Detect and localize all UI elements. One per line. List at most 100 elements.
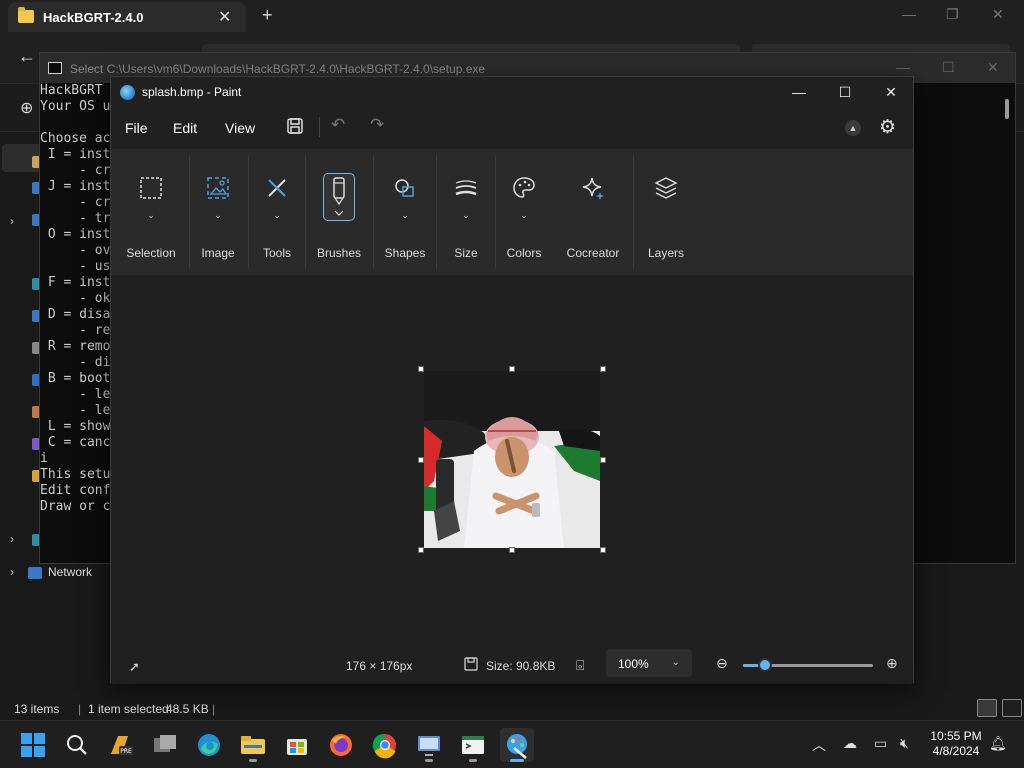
resize-handle[interactable] [600,457,606,463]
paint-menubar: File Edit View ↶ ↷ ▲ ⚙ [111,107,913,149]
chrome-icon[interactable] [368,728,402,762]
tool-label: Cocreator [566,246,620,260]
canvas-image[interactable] [424,371,600,548]
file-size: Size: 90.8KB [486,659,556,673]
resize-handle[interactable] [418,457,424,463]
chevron-down-icon: ⌄ [214,210,222,220]
zoom-slider[interactable] [743,658,873,672]
palette-icon [513,177,535,198]
remote-desktop-icon[interactable] [412,728,446,762]
console-scrollbar[interactable] [1005,99,1009,119]
tool-label: Brushes [316,246,362,260]
edge-icon[interactable] [192,728,226,762]
chevron-down-icon: ⌄ [147,210,155,220]
new-item-icon[interactable]: ⊕ [20,98,33,118]
tool-label: Layers [647,246,685,260]
maximize-icon[interactable]: ☐ [942,59,955,76]
menu-file[interactable]: File [125,120,148,136]
resize-handle[interactable] [600,547,606,553]
cloud-offline-icon[interactable]: ☁ [843,735,857,752]
taskbar: PRE ︿ ☁ ▭ 🔇︎ 10:55 PM 4/8/2024 🔔︎ [0,720,1024,768]
explorer-tab[interactable]: HackBGRT-2.4.0 ✕ [8,2,246,32]
resize-handle[interactable] [418,547,424,553]
expand-chevron-icon[interactable]: › [10,214,14,228]
back-arrow-icon[interactable]: ← [18,46,36,67]
shapes-tool-group[interactable]: ⌄ Shapes [375,149,435,275]
show-hidden-icons-chevron-icon[interactable]: ︿ [812,735,826,755]
running-indicator [425,759,433,762]
restore-icon[interactable]: ❐ [946,6,959,23]
expand-chevron-icon[interactable]: › [10,532,14,546]
cocreator-tool-group[interactable]: Cocreator [555,149,631,275]
close-tab-icon[interactable]: ✕ [218,7,231,27]
zoom-in-icon[interactable]: ⊕ [886,655,898,672]
file-manager-pre-icon[interactable]: PRE [104,728,138,762]
minimize-button[interactable]: — [776,82,822,104]
sidebar-item-network[interactable]: › Network [8,565,92,579]
account-icon[interactable]: ▲ [845,120,861,136]
file-explorer-icon[interactable] [236,728,270,762]
menu-edit[interactable]: Edit [173,120,197,136]
brush-selected-button[interactable] [323,173,355,221]
resize-handle[interactable] [600,366,606,372]
console-window-icon[interactable] [456,728,490,762]
fit-to-window-icon[interactable]: ⌻ [576,657,584,674]
tiles-view-button[interactable] [1002,699,1022,717]
brushes-tool-group[interactable]: Brushes [307,149,371,275]
zoom-slider-thumb[interactable] [758,658,773,672]
explorer-tab-title: HackBGRT-2.4.0 [43,10,144,25]
tools-tool-group[interactable]: ⌄ Tools [250,149,304,275]
resize-handle[interactable] [509,366,515,372]
explorer-titlebar: HackBGRT-2.4.0 ✕ + — ❐ ✕ [0,0,1024,34]
resize-handle[interactable] [509,547,515,553]
pointer-icon: ➚ [129,659,140,674]
zoom-dropdown[interactable]: 100% ⌄ [606,649,692,677]
svg-text:PRE: PRE [120,748,132,755]
store-icon[interactable] [280,728,314,762]
close-icon[interactable]: ✕ [992,6,1004,23]
search-icon[interactable] [60,728,94,762]
zoom-out-icon[interactable]: ⊖ [716,655,728,672]
maximize-button[interactable]: ☐ [822,82,868,104]
ribbon-divider [436,155,437,269]
resize-handle[interactable] [418,366,424,372]
firefox-icon[interactable] [324,728,358,762]
menu-view[interactable]: View [225,120,255,136]
size-tool-group[interactable]: ⌄ Size [438,149,494,275]
tool-label: Selection [126,246,176,260]
paint-icon[interactable] [500,728,534,762]
system-clock[interactable]: 10:55 PM 4/8/2024 [926,729,986,759]
close-button[interactable]: ✕ [868,82,914,104]
expand-chevron-icon[interactable]: › [10,565,14,579]
new-tab-icon[interactable]: + [262,5,273,26]
colors-tool-group[interactable]: ⌄ Colors [497,149,551,275]
minimize-icon[interactable]: — [896,59,910,75]
running-indicator [510,759,524,762]
running-indicator [469,759,477,762]
start-icon[interactable] [16,728,50,762]
minimize-icon[interactable]: — [902,6,916,22]
selection-tool-group[interactable]: ⌄ Selection [119,149,183,275]
notification-bell-icon[interactable]: 🔔︎ [989,735,1007,752]
redo-icon[interactable]: ↷ [370,115,384,135]
canvas-area[interactable] [111,275,913,639]
close-icon[interactable]: ✕ [987,59,999,76]
details-view-button[interactable] [977,699,997,717]
running-indicator [249,759,257,762]
undo-icon[interactable]: ↶ [331,115,345,135]
chevron-down-icon: ⌄ [671,657,680,668]
chevron-down-icon: ⌄ [273,210,281,220]
splash-photo [424,371,600,548]
settings-gear-icon[interactable]: ⚙ [879,116,896,139]
network-icon[interactable]: ▭ [874,735,887,752]
task-view-icon[interactable] [148,728,182,762]
toolbar-divider [319,117,320,137]
tool-label: Tools [262,246,291,260]
volume-muted-icon[interactable]: 🔇︎ [900,735,909,752]
line-size-icon [455,180,477,196]
paint-window: splash.bmp - Paint — ☐ ✕ File Edit View … [110,76,914,684]
save-icon[interactable] [286,117,304,135]
image-tool-group[interactable]: ⌄ Image [191,149,245,275]
layers-tool-group[interactable]: Layers [635,149,697,275]
layers-icon [654,177,678,199]
